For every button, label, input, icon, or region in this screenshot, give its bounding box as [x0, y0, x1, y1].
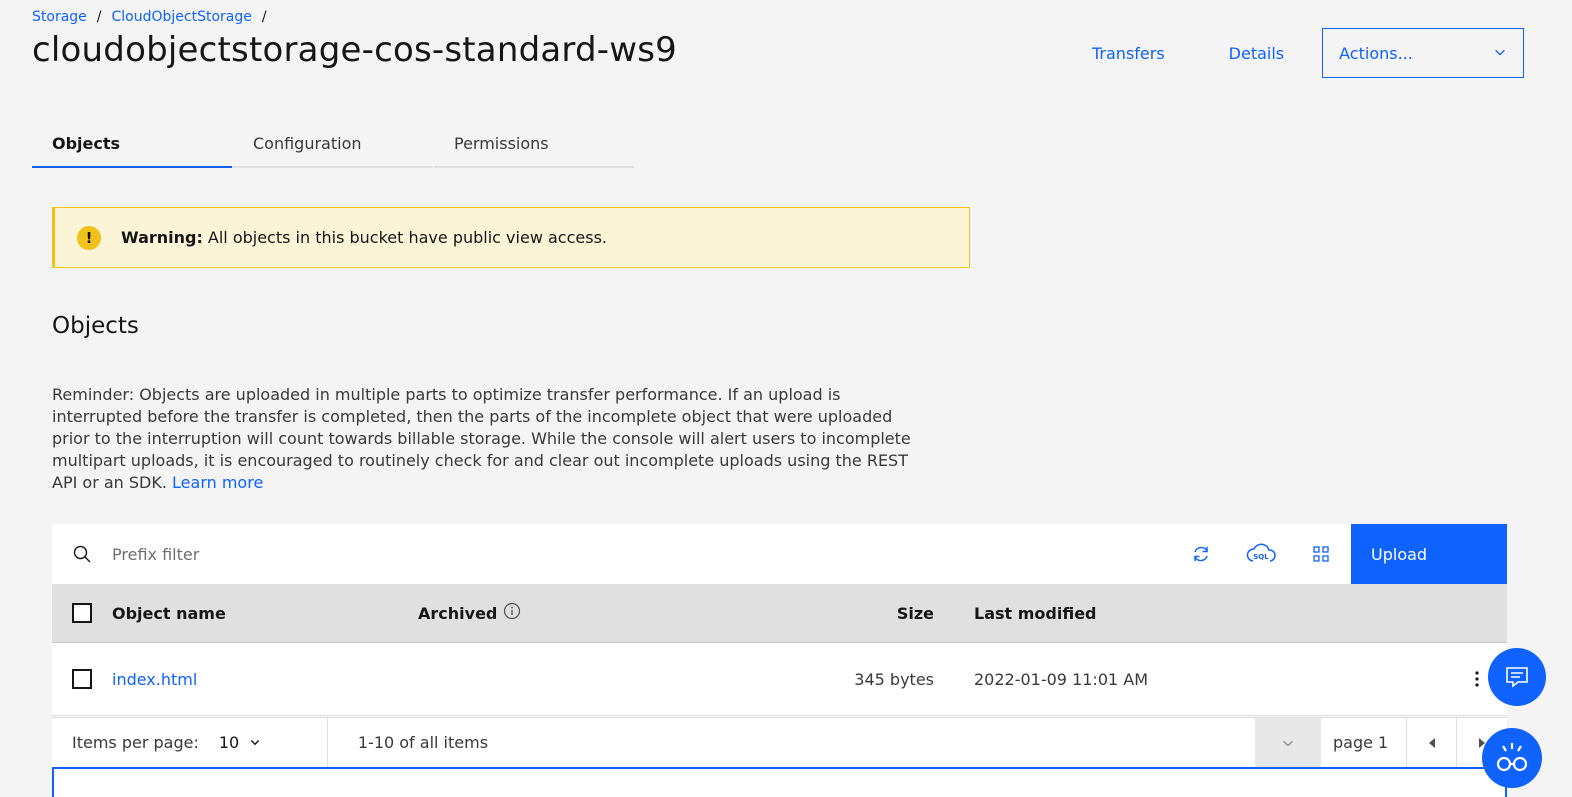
- table-toolbar: SQL Upload: [52, 524, 1507, 584]
- header-actions: Transfers Details Actions...: [1060, 28, 1525, 78]
- row-last-modified: 2022-01-09 11:01 AM: [974, 669, 1149, 689]
- info-icon[interactable]: [503, 602, 521, 624]
- chevron-down-icon: [1283, 740, 1293, 747]
- svg-text:SQL: SQL: [1253, 553, 1269, 561]
- breadcrumb-cloudobjectstorage-link[interactable]: CloudObjectStorage: [112, 9, 252, 25]
- pagination: Items per page: 10 1-10 of all items pag…: [52, 717, 1507, 768]
- breadcrumb-separator: /: [261, 9, 267, 25]
- header-object-name[interactable]: Object name: [112, 604, 418, 623]
- table-row: index.html 345 bytes 2022-01-09 11:01 AM: [52, 643, 1507, 716]
- tab-list: Objects Configuration Permissions: [32, 122, 635, 168]
- grid-icon: [1313, 546, 1329, 562]
- prefix-filter-input[interactable]: [112, 524, 1171, 584]
- caret-left-icon: [1428, 737, 1435, 748]
- object-details-panel: [52, 767, 1507, 797]
- page-select[interactable]: [1255, 717, 1321, 768]
- header-archived-label: Archived: [418, 603, 498, 623]
- select-all-checkbox[interactable]: [72, 603, 92, 623]
- items-per-page-value: 10: [218, 733, 240, 752]
- reminder-text: Reminder: Objects are uploaded in multip…: [52, 384, 922, 494]
- warning-icon: !: [77, 225, 101, 250]
- chevron-down-icon: [1493, 44, 1507, 63]
- page-number-label: page 1: [1321, 717, 1407, 768]
- warning-notification: ! Warning: All objects in this bucket ha…: [52, 207, 970, 268]
- items-range-text: 1-10 of all items: [357, 733, 489, 752]
- actions-dropdown-label: Actions...: [1339, 43, 1413, 63]
- grid-view-button[interactable]: [1291, 524, 1351, 584]
- items-per-page-label: Items per page:: [72, 733, 199, 752]
- items-per-page-select[interactable]: 10: [218, 717, 328, 768]
- breadcrumb: Storage / CloudObjectStorage /: [32, 9, 267, 25]
- refresh-button[interactable]: [1171, 524, 1231, 584]
- table-header: Object name Archived Size Last modified: [52, 584, 1507, 643]
- breadcrumb-separator: /: [96, 9, 102, 25]
- details-link[interactable]: Details: [1197, 30, 1316, 77]
- learn-more-link[interactable]: Learn more: [172, 473, 263, 492]
- row-checkbox[interactable]: [72, 669, 92, 689]
- tab-configuration[interactable]: Configuration: [233, 122, 433, 168]
- header-last-modified[interactable]: Last modified: [974, 604, 1507, 623]
- refresh-icon: [1194, 546, 1208, 562]
- chat-icon: [1506, 667, 1528, 688]
- tab-permissions[interactable]: Permissions: [434, 122, 634, 168]
- breadcrumb-storage-link[interactable]: Storage: [32, 9, 87, 25]
- sql-query-button[interactable]: SQL: [1231, 524, 1291, 584]
- overflow-menu-icon: [1475, 671, 1479, 687]
- header-size[interactable]: Size: [758, 604, 974, 623]
- warning-title: Warning:: [121, 228, 203, 247]
- upload-button[interactable]: Upload: [1351, 524, 1507, 584]
- object-name-link[interactable]: index.html: [112, 670, 197, 689]
- row-size: 345 bytes: [854, 669, 934, 689]
- actions-dropdown[interactable]: Actions...: [1322, 28, 1525, 78]
- assistant-button[interactable]: [1482, 728, 1542, 788]
- previous-page-button[interactable]: [1407, 717, 1457, 768]
- tab-objects[interactable]: Objects: [32, 122, 232, 168]
- header-archived: Archived: [418, 602, 758, 624]
- page-title: cloudobjectstorage-cos-standard-ws9: [32, 30, 677, 70]
- transfers-link[interactable]: Transfers: [1060, 30, 1197, 77]
- objects-section-title: Objects: [52, 313, 139, 339]
- warning-message: All objects in this bucket have public v…: [207, 228, 607, 247]
- assistant-glasses-icon: [1496, 743, 1528, 772]
- feedback-chat-button[interactable]: [1488, 648, 1546, 706]
- chevron-down-icon: [249, 733, 261, 752]
- search-icon: [52, 545, 112, 563]
- sql-cloud-icon: SQL: [1246, 543, 1276, 562]
